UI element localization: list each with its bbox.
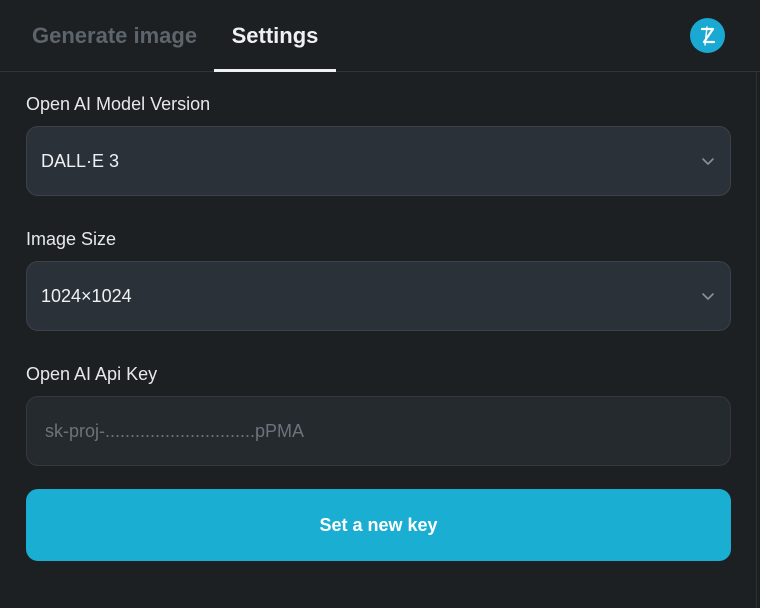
api-key-label: Open AI Api Key <box>26 364 158 384</box>
active-tab-indicator <box>214 69 336 72</box>
panel-divider <box>756 72 757 608</box>
tab-settings[interactable]: Settings <box>214 0 336 72</box>
tab-generate-image[interactable]: Generate image <box>32 0 197 72</box>
model-version-select[interactable]: DALL·E 3 <box>26 126 731 196</box>
chevron-down-icon <box>702 158 714 165</box>
model-version-label: Open AI Model Version <box>26 94 211 114</box>
image-size-value: 1024×1024 <box>41 286 132 306</box>
api-key-field-wrapper <box>26 396 731 466</box>
image-size-label: Image Size <box>26 229 117 249</box>
image-size-select[interactable]: 1024×1024 <box>26 261 731 331</box>
tab-bar: Generate image Settings <box>0 0 760 72</box>
z-logo-icon <box>690 18 725 53</box>
chevron-down-icon <box>702 293 714 300</box>
set-new-key-button[interactable]: Set a new key <box>26 489 731 561</box>
settings-panel: Generate image Settings Open AI Model Ve… <box>0 0 760 608</box>
model-version-value: DALL·E 3 <box>41 151 120 171</box>
api-key-input[interactable] <box>27 397 730 465</box>
